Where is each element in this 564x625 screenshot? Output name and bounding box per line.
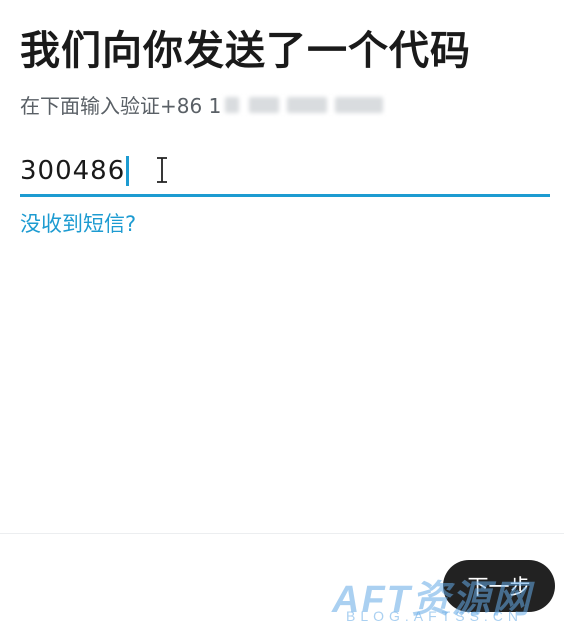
verification-screen: 我们向你发送了一个代码 在下面输入验证+86 1 300486 没收到短信? 下… xyxy=(0,0,564,625)
text-cursor-icon xyxy=(157,157,167,183)
instruction-text: 在下面输入验证+86 1 xyxy=(20,90,384,119)
verification-code-input[interactable]: 300486 xyxy=(20,148,550,197)
next-button[interactable]: 下一步 xyxy=(443,560,555,612)
page-title: 我们向你发送了一个代码 xyxy=(20,28,471,74)
code-value: 300486 xyxy=(20,156,126,186)
resend-sms-link[interactable]: 没收到短信? xyxy=(20,208,136,238)
instruction-prefix: 在下面输入验证+86 1 xyxy=(20,94,222,118)
redacted-phone-digit xyxy=(225,96,240,113)
text-caret xyxy=(126,156,130,186)
redacted-phone-digit xyxy=(287,96,328,113)
redacted-phone-digit xyxy=(335,96,384,113)
redacted-phone-digit xyxy=(249,96,280,113)
